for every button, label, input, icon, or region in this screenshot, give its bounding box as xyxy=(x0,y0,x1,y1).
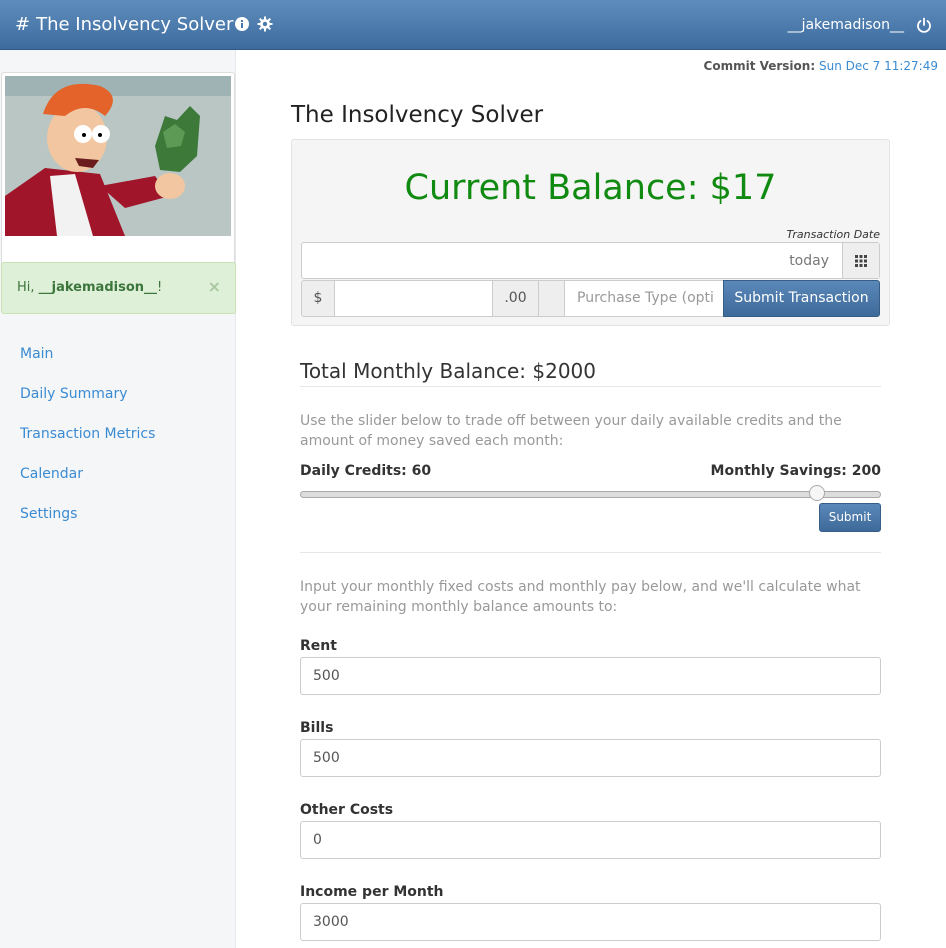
username-link[interactable]: __jakemadison__ xyxy=(788,17,904,33)
power-icon[interactable] xyxy=(916,17,932,33)
calendar-grid-icon xyxy=(855,255,867,267)
slider-submit-button[interactable]: Submit xyxy=(819,503,881,532)
commit-label: Commit Version: xyxy=(703,59,816,73)
avatar xyxy=(5,76,231,236)
amount-input[interactable] xyxy=(334,280,493,317)
close-icon[interactable]: × xyxy=(208,277,221,296)
income-label: Income per Month xyxy=(300,884,444,900)
savings-slider-track[interactable] xyxy=(300,491,881,498)
rent-input[interactable]: 500 xyxy=(300,657,881,695)
dollar-addon: $ xyxy=(301,280,335,317)
transaction-date-input[interactable]: today xyxy=(301,242,880,279)
greeting-username: __jakemadison__ xyxy=(38,280,158,295)
amount-addon-spacer xyxy=(538,280,565,317)
brand-link[interactable]: # The Insolvency Solver xyxy=(15,14,233,35)
brand-title: The Insolvency Solver xyxy=(36,14,234,35)
cents-addon: .00 xyxy=(492,280,539,317)
sidebar-item-main[interactable]: Main xyxy=(0,334,236,374)
divider xyxy=(300,386,881,387)
sidebar: Hi, __jakemadison__! × Main Daily Summar… xyxy=(0,50,236,948)
sidebar-item-settings[interactable]: Settings xyxy=(0,494,236,534)
monthly-balance-heading: Total Monthly Balance: $2000 xyxy=(300,359,596,383)
info-icon[interactable] xyxy=(234,16,250,32)
avatar-frame xyxy=(1,72,235,292)
top-navbar: # The Insolvency Solver __jakemadison__ xyxy=(0,0,946,50)
other-costs-label: Other Costs xyxy=(300,802,394,818)
slider-help-text: Use the slider below to trade off betwee… xyxy=(300,413,842,449)
income-input[interactable]: 3000 xyxy=(300,903,881,941)
gear-icon[interactable] xyxy=(257,16,273,32)
monthly-savings-label: Monthly Savings: 200 xyxy=(710,463,881,479)
greeting-prefix: Hi, xyxy=(17,280,39,295)
balance-panel: Current Balance: $17 Transaction Date to… xyxy=(291,139,890,326)
greeting-suffix: ! xyxy=(157,280,163,295)
sidebar-item-transaction-metrics[interactable]: Transaction Metrics xyxy=(0,414,236,454)
greeting-text: Hi, __jakemadison__! xyxy=(17,280,162,295)
commit-version: Commit Version: Sun Dec 7 11:27:49 xyxy=(704,59,938,73)
greeting-alert: Hi, __jakemadison__! × xyxy=(1,262,236,314)
savings-slider-handle[interactable] xyxy=(808,485,825,501)
sidebar-nav: Main Daily Summary Transaction Metrics C… xyxy=(0,334,236,534)
divider xyxy=(300,552,881,553)
page-title: The Insolvency Solver xyxy=(291,102,544,128)
bills-input[interactable]: 500 xyxy=(300,739,881,777)
submit-transaction-button[interactable]: Submit Transaction xyxy=(723,280,880,317)
sidebar-item-calendar[interactable]: Calendar xyxy=(0,454,236,494)
other-costs-input[interactable]: 0 xyxy=(300,821,881,859)
sidebar-item-daily-summary[interactable]: Daily Summary xyxy=(0,374,236,414)
rent-label: Rent xyxy=(300,638,337,654)
commit-value-link[interactable]: Sun Dec 7 11:27:49 xyxy=(819,59,938,73)
calendar-button[interactable] xyxy=(842,243,879,278)
transaction-date-label: Transaction Date xyxy=(786,228,880,241)
purchase-type-input[interactable]: Purchase Type (opti xyxy=(564,280,724,317)
fixed-costs-help-text: Input your monthly fixed costs and month… xyxy=(300,579,861,615)
daily-credits-label: Daily Credits: 60 xyxy=(300,463,432,479)
transaction-amount-row: $ .00 Purchase Type (opti Submit Transac… xyxy=(301,280,880,317)
transaction-date-value: today xyxy=(789,253,829,269)
brand-hash: # xyxy=(15,14,31,35)
current-balance: Current Balance: $17 xyxy=(404,168,777,208)
bills-label: Bills xyxy=(300,720,334,736)
